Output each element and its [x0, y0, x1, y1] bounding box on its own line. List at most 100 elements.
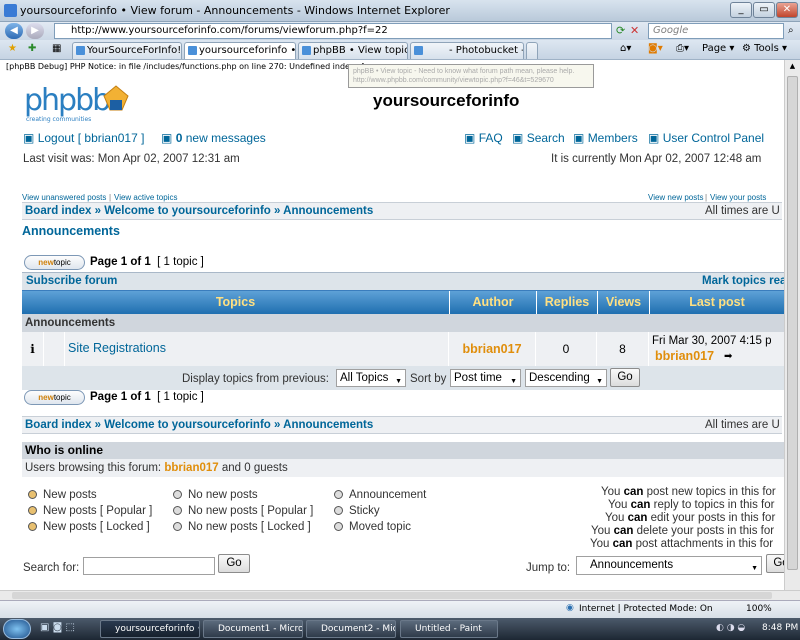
tab-1[interactable]: YourSourceForInfo!	[72, 42, 182, 59]
jump-to-label: Jump to:	[526, 562, 571, 574]
topic-count: [ 1 topic ]	[157, 391, 204, 403]
logout-link[interactable]: ▣ Logout [ bbrian017 ]	[23, 131, 144, 145]
legend-label: No new posts	[188, 489, 258, 501]
hscroll-thumb[interactable]	[12, 592, 772, 599]
quick-tabs-icon[interactable]: ▦	[52, 43, 61, 54]
address-bar[interactable]: http://www.yoursourceforinfo.com/forums/…	[54, 23, 612, 39]
last-post-author[interactable]: bbrian017	[655, 349, 714, 363]
legend-new-locked: New posts [ Locked ]	[28, 521, 150, 533]
print-icon[interactable]: ⎙▾	[676, 43, 689, 54]
page-word: Page	[90, 256, 118, 268]
members-label: Members	[587, 131, 638, 145]
search-input[interactable]: Google	[648, 23, 784, 39]
legend-sticky: Sticky	[334, 505, 380, 517]
tab-4[interactable]: - Photobucket - Vi...	[410, 42, 524, 59]
refresh-icon[interactable]: ⟳	[616, 24, 625, 37]
home-icon[interactable]: ⌂▾	[620, 43, 631, 54]
last-post-cell: Fri Mar 30, 2007 4:15 p bbrian017 ➡	[649, 332, 784, 366]
sort-key-select[interactable]: Post time ▼	[450, 369, 521, 387]
topic-replies: 0	[536, 332, 597, 366]
legend-label: New posts [ Locked ]	[43, 521, 150, 533]
new-tab-button[interactable]	[526, 42, 538, 59]
horizontal-scrollbar[interactable]	[0, 590, 800, 600]
perm-text: reply to topics in this for	[653, 499, 775, 511]
filter-row: Display topics from previous: All Topics…	[22, 366, 784, 390]
perm-text: delete your posts in this for	[636, 525, 775, 537]
perm-can: can	[630, 499, 651, 511]
vertical-scrollbar[interactable]: ▲	[784, 60, 800, 590]
add-favorites-icon[interactable]: ✚	[28, 43, 36, 54]
legend-label: Moved topic	[349, 521, 412, 533]
perm-text: edit your posts in this for	[650, 512, 776, 524]
browsing-suffix: and 0 guests	[221, 462, 288, 474]
search-icon[interactable]: ⌕	[788, 25, 794, 36]
task-ie[interactable]: yoursourceforinfo • Vi...	[100, 620, 200, 638]
jump-go-button[interactable]: Go	[766, 554, 784, 573]
forum-search-input[interactable]	[83, 557, 215, 575]
tools-menu[interactable]: ⚙ Tools ▾	[742, 43, 787, 54]
back-button[interactable]: ◀	[5, 23, 23, 39]
stop-icon[interactable]: ✕	[630, 24, 639, 37]
sort-dir-select[interactable]: Descending ▼	[525, 369, 607, 387]
sort-dir-value: Descending	[529, 372, 590, 384]
ucp-icon: ▣	[648, 131, 660, 145]
breadcrumb-links[interactable]: Board index » Welcome to yoursourceforin…	[25, 205, 373, 217]
goto-last-post-icon[interactable]: ➡	[724, 351, 732, 362]
tab-2-active[interactable]: yoursourceforinfo • Vie...	[184, 42, 296, 59]
page-viewport: [phpBB Debug] PHP Notice: in file /inclu…	[0, 60, 784, 590]
scroll-up-icon[interactable]: ▲	[787, 62, 798, 74]
maximize-button[interactable]: ▭	[753, 2, 775, 18]
subscribe-link[interactable]: Subscribe forum	[26, 275, 117, 287]
security-zone[interactable]: Internet | Protected Mode: On	[579, 604, 713, 614]
quick-launch-icons[interactable]: ▣ ◙ ⬚	[40, 622, 75, 633]
scroll-thumb[interactable]	[787, 76, 798, 570]
jump-to-select[interactable]: Announcements ▼	[576, 556, 762, 575]
online-user-link[interactable]: bbrian017	[164, 462, 218, 474]
breadcrumb-links[interactable]: Board index » Welcome to yoursourceforin…	[25, 419, 373, 431]
your-posts-link[interactable]: View your posts	[710, 193, 766, 202]
new-topic-button-bottom[interactable]: newtopic	[24, 390, 85, 405]
last-visit: Last visit was: Mon Apr 02, 2007 12:31 a…	[23, 153, 240, 165]
topic-author[interactable]: bbrian017	[449, 332, 536, 366]
task-doc2[interactable]: Document2 - Micro...	[306, 620, 396, 638]
days-select[interactable]: All Topics ▼	[336, 369, 406, 387]
zoom-level[interactable]: 100%	[746, 604, 772, 614]
messages-label: new messages	[185, 131, 266, 145]
address-row: ◀ ▶ http://www.yoursourceforinfo.com/for…	[0, 22, 800, 40]
unanswered-link[interactable]: View unanswered posts	[22, 193, 106, 202]
legend-new-posts: New posts	[28, 489, 97, 501]
search-link[interactable]: ▣ Search	[512, 131, 565, 145]
active-topics-link[interactable]: View active topics	[114, 193, 177, 202]
feeds-icon[interactable]: ◙▾	[648, 43, 663, 54]
ucp-link[interactable]: ▣ User Control Panel	[648, 131, 764, 145]
mark-read-link[interactable]: Mark topics rea	[702, 275, 784, 287]
tab-3[interactable]: phpBB • View topic - Need...	[298, 42, 408, 59]
phpbb-logo[interactable]: phpbb creating communities	[24, 82, 134, 124]
perm-post: You can post new topics in this for	[601, 486, 776, 498]
forward-button[interactable]: ▶	[26, 23, 44, 39]
new-posts-link[interactable]: View new posts	[648, 193, 703, 202]
legend-label: Sticky	[349, 505, 380, 517]
faq-link[interactable]: ▣ FAQ	[464, 131, 503, 145]
close-button[interactable]: ✕	[776, 2, 798, 18]
task-doc1[interactable]: Document1 - Micro...	[203, 620, 303, 638]
forum-title[interactable]: Announcements	[22, 224, 120, 238]
new-topic-button[interactable]: newtopic	[24, 255, 85, 270]
topic-title-link[interactable]: Site Registrations	[68, 341, 166, 355]
filter-go-button[interactable]: Go	[610, 368, 640, 387]
page-menu[interactable]: Page ▾	[702, 43, 734, 54]
header-views: Views	[597, 291, 649, 315]
favorites-star-icon[interactable]: ★	[8, 43, 17, 54]
search-go-button[interactable]: Go	[218, 554, 250, 573]
page-icon	[188, 46, 197, 55]
sort-label: Sort by	[410, 373, 447, 385]
breadcrumb: Board index » Welcome to yoursourceforin…	[22, 202, 782, 220]
messages-link[interactable]: ▣ 0 new messages	[161, 131, 266, 145]
dropdown-arrow-icon: ▼	[510, 378, 517, 385]
start-button[interactable]	[3, 619, 31, 639]
members-link[interactable]: ▣ Members	[573, 131, 638, 145]
task-paint[interactable]: Untitled - Paint	[400, 620, 498, 638]
announcement-icon	[334, 490, 343, 499]
tray-icons[interactable]: ◐ ◑ ◒	[716, 623, 745, 633]
minimize-button[interactable]: _	[730, 2, 752, 18]
